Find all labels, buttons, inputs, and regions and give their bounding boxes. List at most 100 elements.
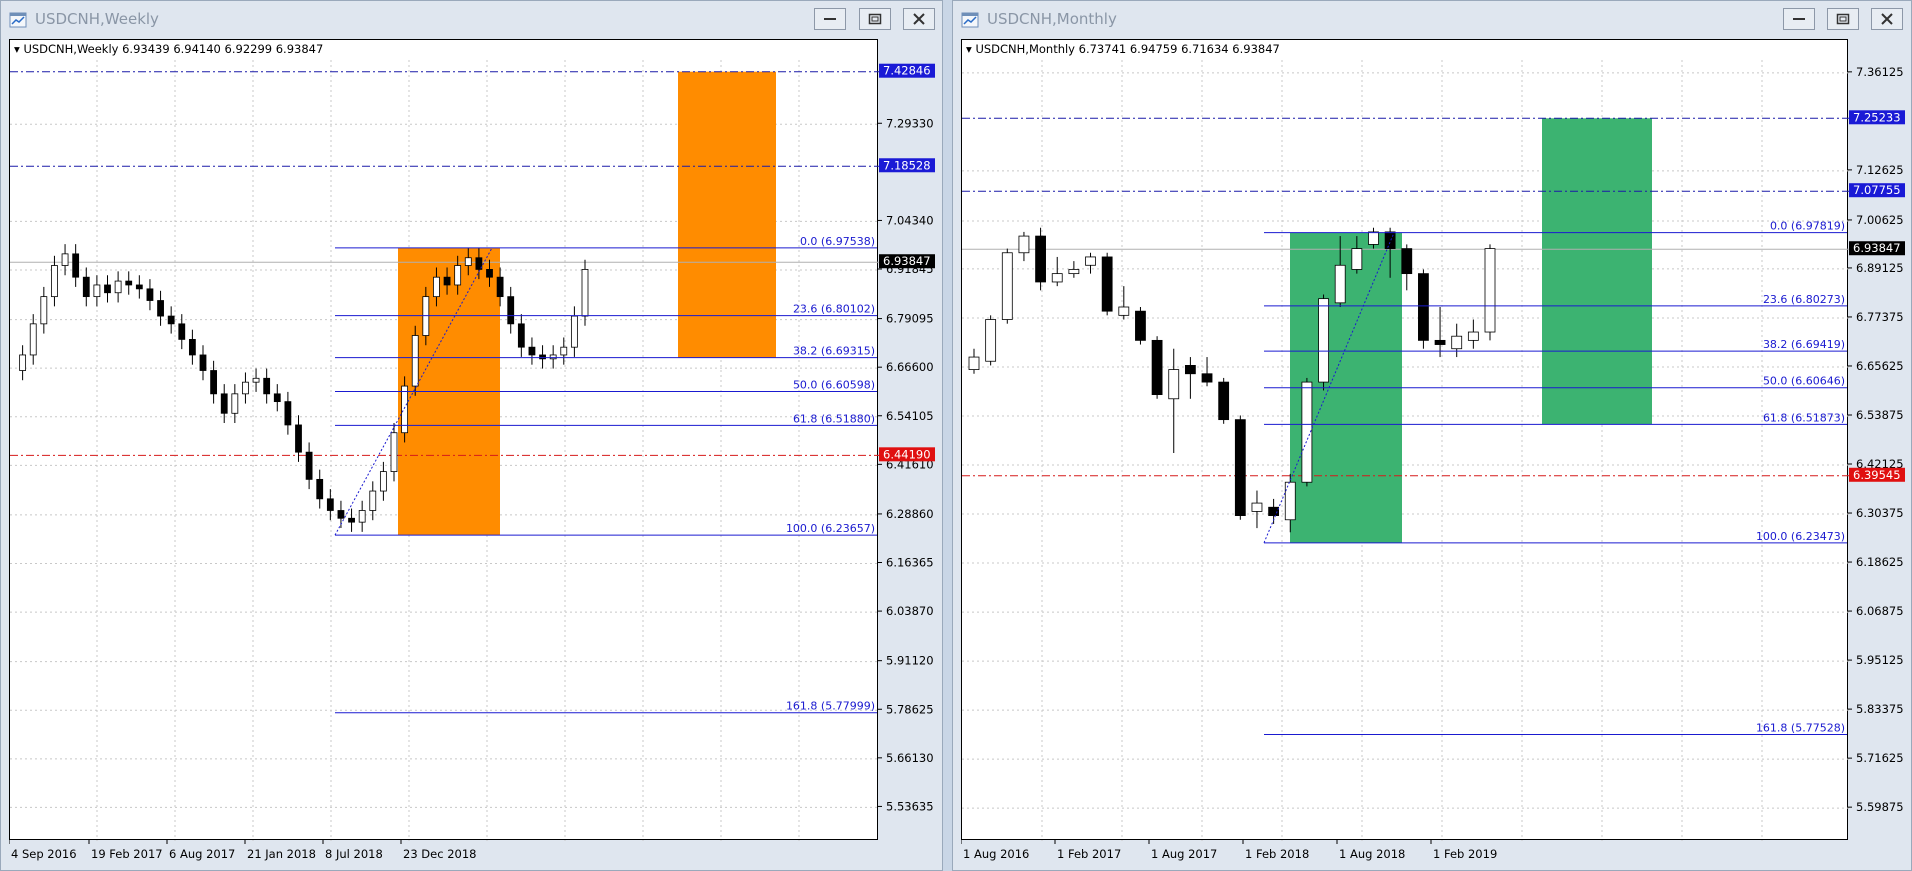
candle-body [1068,269,1080,275]
candle-body [411,335,419,387]
price-tick-label: 6.30375 [1856,506,1904,520]
candle-body [1234,419,1246,516]
fib-level-label: 50.0 (6.60646) [1763,375,1845,388]
price-axis[interactable]: 7.293307.043406.918456.790956.666006.541… [878,39,944,840]
maximize-icon [868,13,882,25]
maximize-button[interactable] [859,8,891,30]
candle-body [178,323,186,340]
time-tick-label: 23 Dec 2018 [403,847,476,861]
candle-body [1251,502,1263,512]
time-tick-label: 1 Feb 2019 [1433,847,1497,861]
candle-body [985,319,997,362]
candle-body [1085,256,1096,266]
minimize-button[interactable] [1783,8,1815,30]
time-tick-label: 8 Jul 2018 [325,847,383,861]
price-tick-label: 5.66130 [886,751,934,765]
candle-body [157,300,164,317]
price-axis[interactable]: 7.36125 7.12625 7.00625 6.89125 6.77375 6.656… [1848,39,1912,840]
candle-body [1467,331,1479,341]
price-tick-label: 5.71625 [1856,751,1904,765]
candle-body [1368,231,1379,245]
candle-body [220,393,228,414]
time-axis[interactable]: 4 Sep 2016 19 Feb 2017 6 Aug 2017 21 Jan 20… [9,840,878,870]
candle-body [1268,506,1280,516]
close-button[interactable] [903,8,935,30]
candle-body [560,346,568,356]
candle-body [231,393,239,414]
fib-level-label: 38.2 (6.69419) [1763,338,1845,351]
chart-canvas[interactable]: 0.0 (6.97538) 23.6 (6.80102) 38.2 (6.69315… [10,40,879,841]
candle-body [19,354,27,371]
target-zone-box[interactable] [1542,118,1652,425]
price-tick-label: 7.04340 [886,213,934,227]
candle-body [135,284,143,290]
time-tick-label: 21 Jan 2018 [247,847,316,861]
weekly-chart-window[interactable]: USDCNH,Weekly 0.0 (6.97538) 23.6 (6.80102… [0,0,943,871]
time-tick-label: 1 Feb 2018 [1245,847,1309,861]
fib-level-label: 100.0 (6.23473) [1756,530,1845,543]
minimize-icon [824,18,836,20]
price-chart[interactable]: 0.0 (6.97819) 23.6 (6.80273) 38.2 (6.69419… [961,39,1849,841]
candle-body [1434,339,1446,345]
minimize-button[interactable] [814,8,846,30]
window-title: USDCNH,Monthly [987,10,1117,28]
candle-body [125,280,133,286]
price-tick-label: 6.03870 [886,604,934,618]
current-price-label: 6.93847 [883,254,931,268]
close-icon [913,13,925,25]
fib-level-label: 23.6 (6.80273) [1763,293,1845,306]
candle-body [1118,306,1130,316]
price-badge-label: 7.25233 [1853,110,1901,124]
price-tick-label: 5.95125 [1856,653,1904,667]
fib-level-label: 0.0 (6.97538) [800,235,875,248]
candle-body [1151,339,1163,396]
candle-body [486,269,493,278]
candle-body [284,401,292,426]
price-tick-label: 5.83375 [1856,702,1904,716]
candle-body [1168,369,1180,400]
candle-body [1101,256,1113,312]
ohlc-readout: USDCNH,Weekly 6.93439 6.94140 6.92299 6.… [23,42,324,56]
candle-body [1201,373,1213,383]
maximize-icon [1836,13,1850,25]
maximize-button[interactable] [1827,8,1859,30]
minimize-icon [1793,18,1805,20]
fib-level-label: 38.2 (6.69315) [793,345,875,358]
fib-level-label: 100.0 (6.23657) [786,522,875,535]
price-chart[interactable]: 0.0 (6.97538) 23.6 (6.80102) 38.2 (6.69315… [9,39,879,841]
chevron-down-icon[interactable]: ▾ [966,42,972,56]
time-axis[interactable]: 1 Aug 2016 1 Feb 2017 1 Aug 2017 1 Feb 2018… [961,840,1848,870]
price-tick-label: 6.06875 [1856,604,1904,618]
price-tick-label: 7.29330 [886,116,934,130]
fib-level-label: 161.8 (5.77999) [786,700,875,713]
candle-body [539,354,546,360]
price-tick-label: 5.91120 [886,654,934,668]
chart-canvas[interactable]: 0.0 (6.97819) 23.6 (6.80273) 38.2 (6.69419… [962,40,1849,841]
monthly-chart-window[interactable]: USDCNH,Monthly 0.0 (6.97819) 23.6 (6.8027… [952,0,1912,871]
candle-body [1218,381,1230,421]
candle-body [549,354,557,360]
target-zone-box[interactable] [678,71,776,358]
price-tick-label: 6.53875 [1856,408,1904,422]
fib-level-label: 61.8 (6.51873) [1763,411,1845,424]
candle-body [93,284,101,298]
monthly-titlebar[interactable]: USDCNH,Monthly [953,1,1911,37]
chevron-down-icon[interactable]: ▾ [14,42,20,56]
candle-body [252,377,260,383]
close-button[interactable] [1871,8,1903,30]
time-tick-label: 1 Aug 2016 [963,847,1029,861]
current-price-label: 6.93847 [1853,241,1901,255]
price-tick-label: 6.77375 [1856,310,1904,324]
price-tick-label: 6.28860 [886,507,934,521]
weekly-titlebar[interactable]: USDCNH,Weekly [1,1,942,37]
candle-body [326,498,334,511]
fib-level-label: 50.0 (6.60598) [793,379,875,392]
candle-body [40,296,48,325]
candle-body [1318,298,1329,383]
candle-body [390,432,398,473]
candle-body [968,356,980,370]
candle-body [454,265,462,286]
candle-body [210,370,218,395]
price-badge-label: 6.44190 [883,447,931,461]
candle-body [104,284,111,294]
